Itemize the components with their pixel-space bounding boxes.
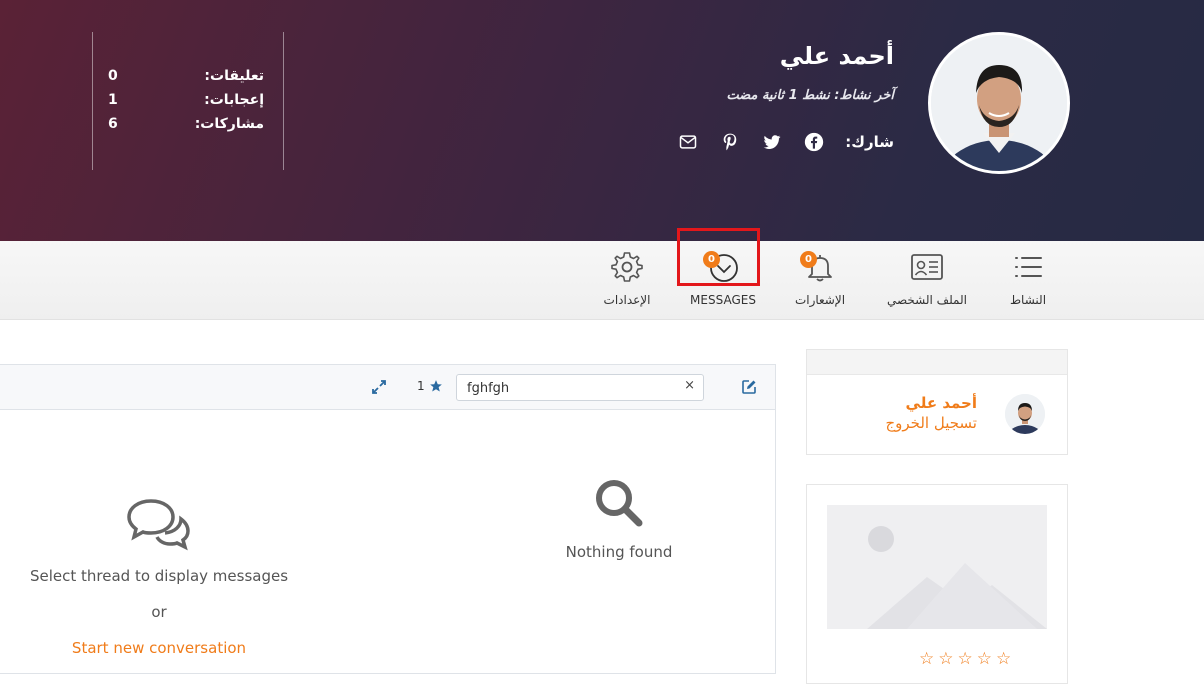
profile-nav: النشاط الملف الشخصي 0 الإشعارات 0 MESSAG…	[0, 241, 1204, 320]
star-icon[interactable]: ☆	[977, 649, 992, 669]
search-input[interactable]	[467, 379, 677, 397]
star-icon	[429, 380, 442, 392]
nothing-found-text: Nothing found	[565, 543, 673, 561]
star-icon[interactable]: ☆	[938, 649, 953, 669]
last-active-status: آخر نشاط: نشط 1 ثانية مضت	[726, 88, 894, 103]
profile-stats: 0 تعليقات: 1 إعجابات: 6 مشاركات:	[108, 64, 264, 136]
stat-comments: 0 تعليقات:	[108, 64, 264, 88]
threads-empty-state: Nothing found	[539, 475, 699, 561]
stat-likes: 1 إعجابات:	[108, 88, 264, 112]
select-thread-text: Select thread to display messages	[29, 567, 289, 585]
widget-header	[807, 350, 1067, 375]
stat-posts: 6 مشاركات:	[108, 112, 264, 136]
expand-icon[interactable]	[372, 379, 386, 394]
star-icon[interactable]: ☆	[996, 649, 1011, 669]
twitter-icon[interactable]	[761, 131, 783, 153]
list-icon	[1010, 249, 1046, 285]
nav-messages[interactable]: 0 MESSAGES	[688, 249, 758, 313]
thread-search[interactable]: ×	[456, 374, 704, 401]
bell-icon: 0	[800, 249, 838, 285]
chevron-circle-icon: 0	[703, 249, 741, 285]
product-widget: ☆ ☆ ☆ ☆ ☆	[806, 484, 1068, 684]
messages-panel: 1 × Nothing found Select thread to displ…	[0, 364, 776, 674]
or-text: or	[151, 603, 167, 621]
notification-badge: 0	[800, 251, 817, 268]
nav-label: MESSAGES	[690, 293, 756, 307]
starred-count: 1	[417, 379, 425, 393]
nav-notifications[interactable]: 0 الإشعارات	[794, 249, 846, 313]
stat-value: 0	[108, 68, 118, 84]
stat-value: 6	[108, 116, 118, 132]
nav-profile[interactable]: الملف الشخصي	[884, 249, 970, 313]
profile-avatar[interactable]	[928, 32, 1070, 174]
nav-activity[interactable]: النشاط	[1008, 249, 1048, 313]
nav-settings[interactable]: الإعدادات	[602, 249, 652, 313]
clear-search-button[interactable]: ×	[684, 378, 695, 393]
stats-divider-left	[92, 32, 93, 170]
stat-label: تعليقات:	[204, 68, 264, 84]
facebook-icon[interactable]	[803, 131, 825, 153]
stats-divider-right	[283, 32, 284, 170]
nav-label: الإشعارات	[794, 293, 846, 307]
profile-header: أحمد علي آخر نشاط: نشط 1 ثانية مضت شارك:…	[0, 0, 1204, 241]
star-icon[interactable]: ☆	[958, 649, 973, 669]
image-placeholder-icon	[827, 505, 1047, 629]
conversation-empty-state: Select thread to display messages or Sta…	[19, 495, 299, 657]
search-icon	[596, 480, 643, 527]
stat-label: مشاركات:	[194, 116, 264, 132]
starred-filter[interactable]: 1	[417, 379, 443, 393]
new-message-icon[interactable]	[741, 379, 757, 395]
nav-label: الملف الشخصي	[887, 293, 967, 307]
chat-bubbles-icon	[127, 499, 190, 551]
stat-label: إعجابات:	[204, 92, 264, 108]
id-card-icon	[909, 249, 945, 285]
mail-icon[interactable]	[677, 131, 699, 153]
nav-label: الإعدادات	[603, 293, 651, 307]
nav-label: النشاط	[1009, 293, 1047, 307]
star-icon[interactable]: ☆	[919, 649, 934, 669]
rating-stars: ☆ ☆ ☆ ☆ ☆	[919, 649, 1011, 669]
stat-value: 1	[108, 92, 118, 108]
logout-link[interactable]: تسجيل الخروج	[885, 414, 977, 432]
messages-toolbar: 1 ×	[0, 365, 775, 410]
share-row: شارك:	[657, 128, 894, 156]
user-name-link[interactable]: أحمد علي	[906, 394, 977, 412]
messages-badge: 0	[703, 251, 720, 268]
gear-icon	[609, 249, 645, 285]
profile-name: أحمد علي	[779, 42, 894, 70]
user-widget: أحمد علي تسجيل الخروج	[806, 349, 1068, 455]
start-conversation-link[interactable]: Start new conversation	[19, 639, 299, 657]
user-avatar[interactable]	[1005, 394, 1045, 434]
share-label: شارك:	[845, 133, 894, 151]
pinterest-icon[interactable]	[719, 131, 741, 153]
